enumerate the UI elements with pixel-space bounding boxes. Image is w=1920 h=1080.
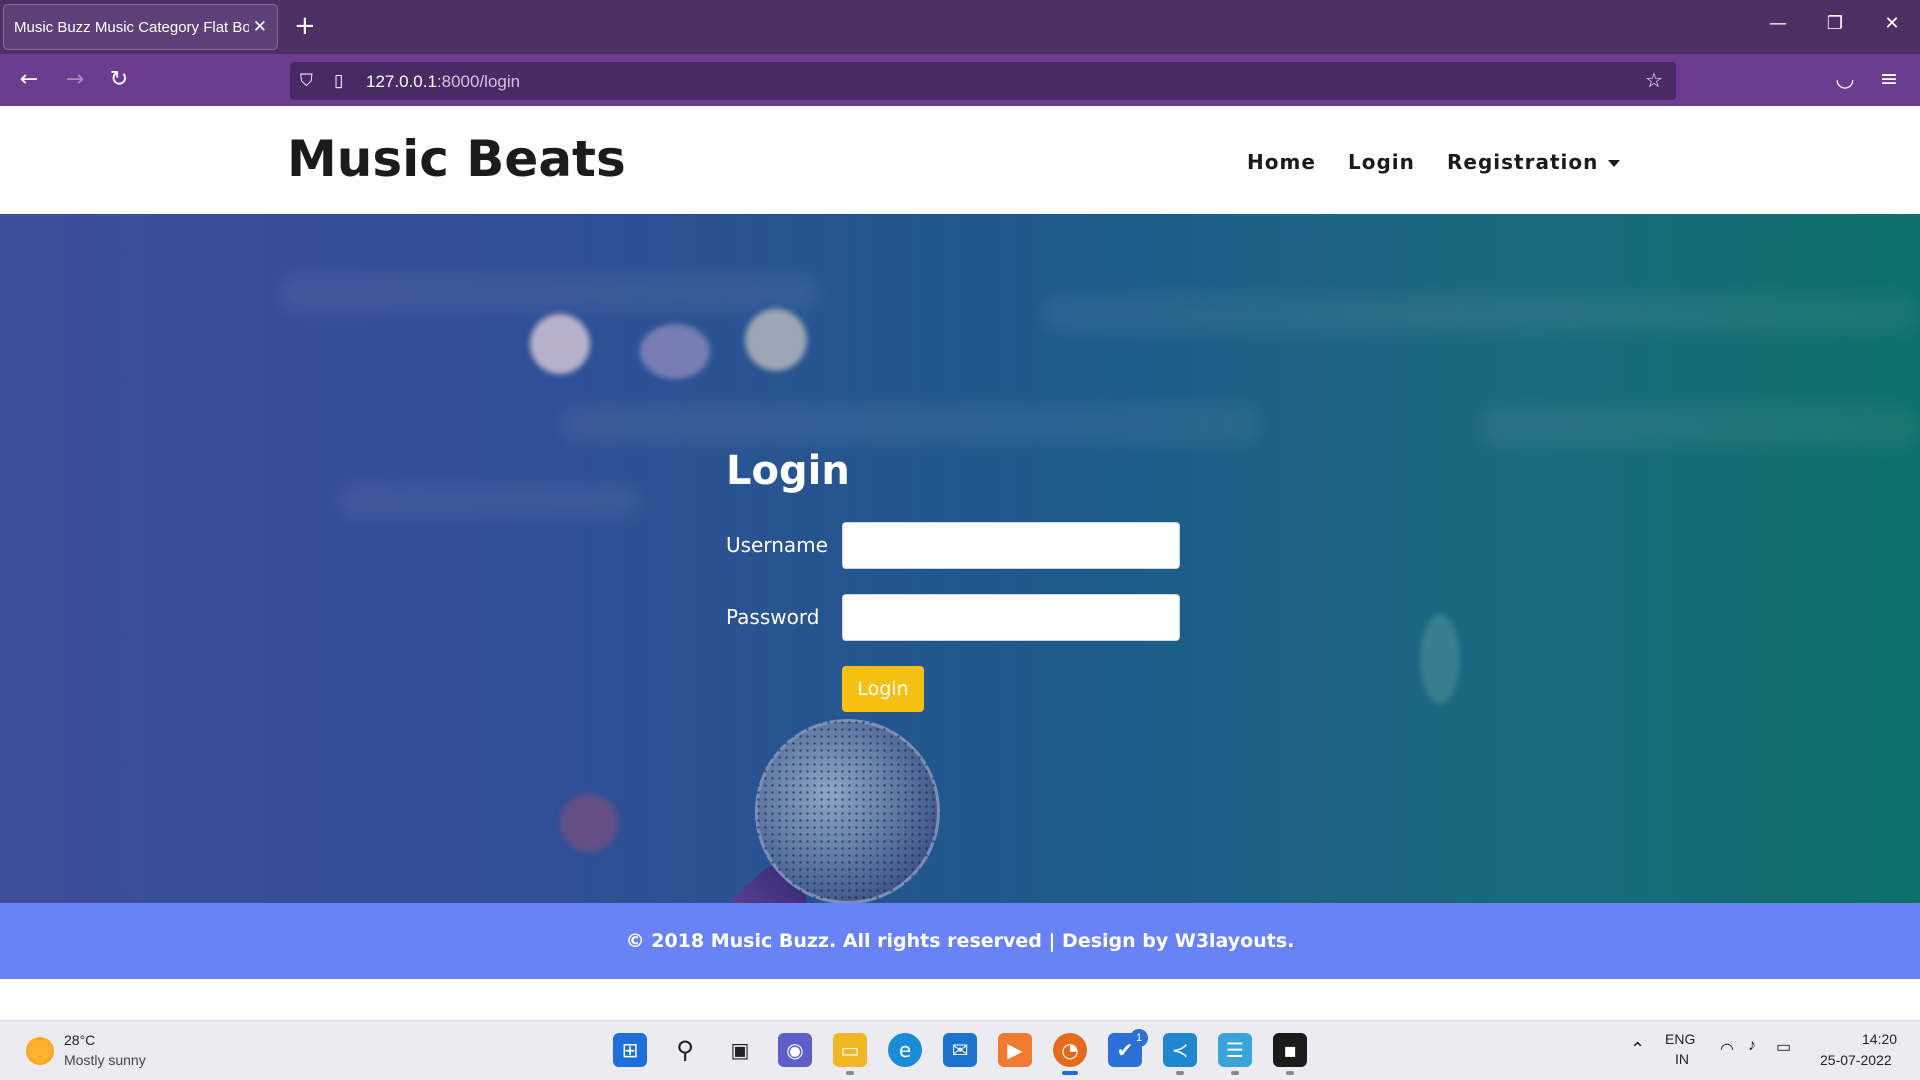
clock-time[interactable]: 14:20 xyxy=(1862,1031,1897,1047)
browser-nav-bar: ← → ↻ ⛉ ▯ 127.0.0.1:8000/login ☆ ◡ ≡ xyxy=(0,54,1920,106)
url-text[interactable]: 127.0.0.1:8000/login xyxy=(366,72,520,92)
file-explorer-icon[interactable]: ▭ xyxy=(833,1033,867,1067)
bokeh-light xyxy=(560,794,618,852)
bookmark-star-icon[interactable]: ☆ xyxy=(1645,68,1663,93)
back-icon[interactable]: ← xyxy=(14,66,44,96)
background-blur xyxy=(1480,404,1920,448)
clock-date[interactable]: 25-07-2022 xyxy=(1820,1052,1892,1068)
bokeh-light xyxy=(1420,614,1460,704)
edge-icon[interactable]: e xyxy=(888,1033,922,1067)
login-title: Login xyxy=(726,448,850,494)
background-blur xyxy=(280,274,820,312)
bokeh-light xyxy=(745,309,807,371)
background-blur xyxy=(560,404,1260,444)
media-player-icon[interactable]: ▶ xyxy=(998,1033,1032,1067)
reload-icon[interactable]: ↻ xyxy=(104,66,134,96)
language-region[interactable]: IN xyxy=(1675,1051,1689,1067)
chat-icon[interactable]: ◉ xyxy=(778,1033,812,1067)
url-path: :8000/login xyxy=(436,72,521,91)
terminal-icon[interactable]: ▪ xyxy=(1273,1033,1307,1067)
windows-taskbar: 28°C Mostly sunny ⊞ ⚲ ▣ ◉ ▭ e ✉ ▶ ◔ ✔ 1 … xyxy=(0,1020,1920,1080)
weather-desc[interactable]: Mostly sunny xyxy=(64,1052,146,1068)
nav-registration[interactable]: Registration xyxy=(1447,150,1621,174)
password-label: Password xyxy=(726,605,820,629)
weather-sun-icon[interactable] xyxy=(26,1037,54,1065)
window-close-icon[interactable]: ✕ xyxy=(1877,13,1907,34)
minimize-icon[interactable]: — xyxy=(1763,13,1793,34)
caret-down-icon xyxy=(1608,160,1621,167)
url-host: 127.0.0.1 xyxy=(366,72,437,91)
notepad-icon[interactable]: ☰ xyxy=(1218,1033,1252,1067)
weather-temp[interactable]: 28°C xyxy=(64,1032,95,1048)
microphone-grille xyxy=(755,719,940,903)
search-icon[interactable]: ⚲ xyxy=(668,1033,702,1067)
nav-registration-label: Registration xyxy=(1447,150,1599,174)
volume-icon[interactable]: ♪ xyxy=(1748,1037,1756,1055)
bokeh-light xyxy=(640,324,710,379)
site-header: Music Beats Home Login Registration xyxy=(0,106,1920,214)
background-blur xyxy=(1040,294,1920,334)
password-input[interactable] xyxy=(842,594,1180,641)
close-tab-icon[interactable]: ✕ xyxy=(253,17,267,37)
wifi-icon[interactable]: ◠ xyxy=(1720,1039,1734,1059)
menu-icon[interactable]: ≡ xyxy=(1874,66,1904,96)
browser-tab[interactable]: Music Buzz Music Category Flat Boo ✕ xyxy=(3,4,278,50)
login-button[interactable]: Login xyxy=(842,666,924,712)
active-indicator xyxy=(1062,1071,1078,1075)
nav-home[interactable]: Home xyxy=(1247,150,1316,174)
browser-tab-bar: Music Buzz Music Category Flat Boo ✕ + —… xyxy=(0,0,1920,54)
running-indicator xyxy=(1176,1071,1184,1075)
running-indicator xyxy=(1231,1071,1239,1075)
notification-badge: 1 xyxy=(1130,1029,1148,1047)
bokeh-light xyxy=(530,314,590,374)
mail-icon[interactable]: ✉ xyxy=(943,1033,977,1067)
site-footer: © 2018 Music Buzz. All rights reserved |… xyxy=(0,903,1920,979)
footer-text: © 2018 Music Buzz. All rights reserved |… xyxy=(625,930,1295,952)
restore-icon[interactable]: ❐ xyxy=(1820,13,1850,34)
tab-title: Music Buzz Music Category Flat Boo xyxy=(14,18,249,36)
site-brand[interactable]: Music Beats xyxy=(287,130,626,188)
running-indicator xyxy=(846,1071,854,1075)
start-icon[interactable]: ⊞ xyxy=(613,1033,647,1067)
page-icon: ▯ xyxy=(334,71,344,90)
shield-icon[interactable]: ⛉ xyxy=(300,71,313,91)
running-indicator xyxy=(1286,1071,1294,1075)
vscode-icon[interactable]: ≺ xyxy=(1163,1033,1197,1067)
new-tab-button[interactable]: + xyxy=(294,12,316,40)
username-input[interactable] xyxy=(842,522,1180,569)
background-blur xyxy=(340,484,640,518)
pocket-icon[interactable]: ◡ xyxy=(1830,66,1860,96)
task-view-icon[interactable]: ▣ xyxy=(723,1033,757,1067)
language-code[interactable]: ENG xyxy=(1665,1031,1695,1047)
url-bar[interactable]: ⛉ ▯ 127.0.0.1:8000/login ☆ xyxy=(290,62,1676,100)
nav-login[interactable]: Login xyxy=(1348,150,1415,174)
username-label: Username xyxy=(726,533,828,557)
chevron-up-icon[interactable]: ⌃ xyxy=(1630,1039,1645,1060)
forward-icon[interactable]: → xyxy=(60,66,90,96)
battery-icon[interactable]: ▭ xyxy=(1776,1037,1791,1057)
firefox-icon[interactable]: ◔ xyxy=(1053,1033,1087,1067)
